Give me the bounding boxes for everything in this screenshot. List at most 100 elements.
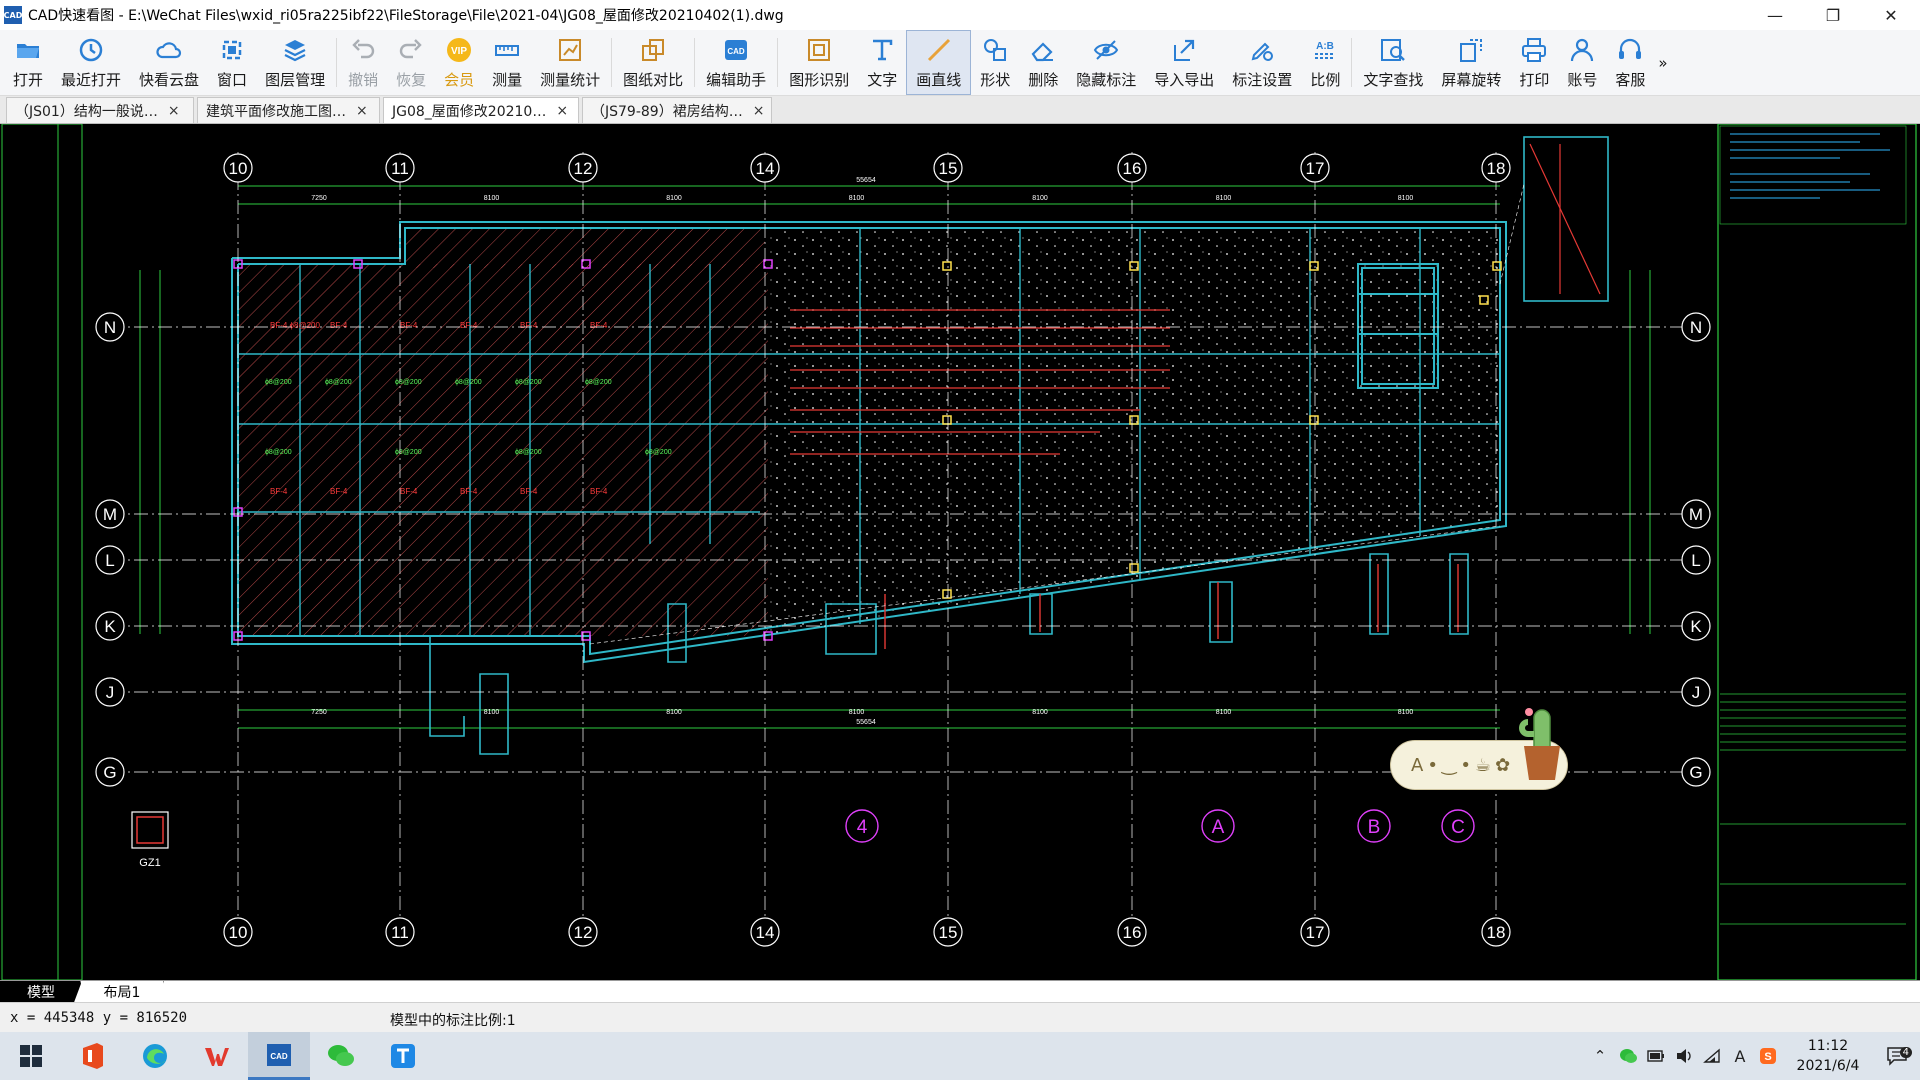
wifi-icon[interactable] — [1698, 1048, 1726, 1064]
annotation-settings-label: 标注设置 — [1232, 71, 1293, 89]
recent-label: 最近打开 — [61, 71, 122, 89]
tab-model[interactable]: 模型 — [0, 981, 82, 1003]
axis-label: M — [103, 505, 117, 524]
close-button[interactable]: ✕ — [1862, 0, 1920, 30]
printer-icon — [1519, 35, 1549, 65]
text-search-button[interactable]: 文字查找 — [1354, 30, 1432, 95]
annotation-settings-button[interactable]: 标注设置 — [1223, 30, 1301, 95]
open-label: 打开 — [13, 71, 44, 89]
taskbar-text-app[interactable] — [372, 1032, 434, 1080]
taskbar-wechat[interactable] — [310, 1032, 372, 1080]
system-clock[interactable]: 11:12 2021/6/4 — [1782, 1036, 1874, 1076]
scale-button[interactable]: A:B 比例 — [1301, 30, 1349, 95]
shape-button[interactable]: 形状 — [971, 30, 1019, 95]
section-label: 4 — [857, 817, 868, 838]
toolbar-overflow-button[interactable]: » — [1654, 30, 1671, 95]
window-button[interactable]: 窗口 — [208, 30, 256, 95]
annotation-scale-text: 模型中的标注比例:1 — [390, 1013, 516, 1029]
axis-label: 15 — [939, 159, 958, 178]
layers-button[interactable]: 图层管理 — [256, 30, 334, 95]
taskbar-wps[interactable] — [186, 1032, 248, 1080]
close-icon[interactable]: × — [168, 103, 180, 119]
text-button[interactable]: 文字 — [858, 30, 906, 95]
cactus-mascot-icon[interactable] — [1516, 700, 1568, 784]
close-icon[interactable]: × — [556, 103, 568, 119]
overflow-chevron-icon: » — [1658, 53, 1668, 72]
open-button[interactable]: 打开 — [4, 30, 52, 95]
minimize-button[interactable]: — — [1746, 0, 1804, 30]
show-hidden-icons-icon[interactable]: ⌃ — [1586, 1047, 1614, 1065]
span-dimension: 8100 — [1216, 709, 1232, 716]
edit-assistant-icon: CAD — [721, 35, 751, 65]
wechat-tray-icon[interactable] — [1614, 1048, 1642, 1064]
vip-button[interactable]: VIP 会员 — [435, 30, 483, 95]
print-button[interactable]: 打印 — [1510, 30, 1558, 95]
sogou-ime-icon[interactable]: S — [1754, 1047, 1782, 1065]
taskbar-office[interactable] — [62, 1032, 124, 1080]
svg-text:ϕ8@200: ϕ8@200 — [645, 449, 672, 456]
svg-text:ϕ8@200: ϕ8@200 — [515, 449, 542, 456]
svg-text:ϕ8@200: ϕ8@200 — [395, 449, 422, 456]
svg-text:BF-4: BF-4 — [460, 321, 478, 330]
axis-label: 16 — [1123, 159, 1142, 178]
customer-service-button[interactable]: 客服 — [1606, 30, 1654, 95]
span-dimension: 8100 — [484, 195, 500, 202]
system-tray: ⌃ A S 11:12 2021/6/4 4 — [1586, 1032, 1920, 1080]
cloud-label: 快看云盘 — [139, 71, 200, 89]
close-icon[interactable]: × — [356, 103, 368, 119]
recent-button[interactable]: 最近打开 — [52, 30, 130, 95]
cloud-button[interactable]: 快看云盘 — [130, 30, 208, 95]
notification-center-button[interactable]: 4 — [1874, 1046, 1920, 1066]
shape-recognize-button[interactable]: 图形识别 — [780, 30, 858, 95]
scale-icon: A:B — [1310, 35, 1340, 65]
tab-layout1[interactable]: 布局1 — [80, 981, 164, 1003]
clock-date: 2021/6/4 — [1796, 1058, 1860, 1074]
toolbar-divider — [694, 38, 696, 87]
start-button[interactable] — [0, 1032, 62, 1080]
taskbar-cad-viewer[interactable]: CAD — [248, 1032, 310, 1080]
tab-arch-plan[interactable]: 建筑平面修改施工图… × — [197, 97, 380, 123]
text-icon — [867, 35, 897, 65]
svg-text:BF-4 ϕ8@200: BF-4 ϕ8@200 — [270, 321, 321, 330]
edit-assistant-button[interactable]: CAD 编辑助手 — [697, 30, 775, 95]
delete-button[interactable]: 删除 — [1019, 30, 1067, 95]
import-export-label: 导入导出 — [1154, 71, 1215, 89]
axis-label: L — [105, 551, 114, 570]
draw-line-label: 画直线 — [916, 71, 962, 89]
axis-label: 14 — [756, 923, 775, 942]
tab-jg08[interactable]: JG08_屋面修改20210… × — [383, 97, 579, 123]
volume-icon[interactable] — [1670, 1048, 1698, 1064]
hide-annotation-button[interactable]: 隐藏标注 — [1067, 30, 1145, 95]
rotate-screen-button[interactable]: 屏幕旋转 — [1432, 30, 1510, 95]
text-label: 文字 — [867, 71, 898, 89]
svg-text:BF-4: BF-4 — [400, 487, 418, 496]
maximize-button[interactable]: ❐ — [1804, 0, 1862, 30]
shape-recognize-label: 图形识别 — [789, 71, 850, 89]
measure-stats-icon — [555, 35, 585, 65]
ime-indicator[interactable]: A — [1726, 1047, 1754, 1066]
undo-button[interactable]: 撤销 — [339, 30, 387, 95]
ruler-icon — [492, 35, 522, 65]
redo-button[interactable]: 恢复 — [387, 30, 435, 95]
toolbar-divider — [336, 38, 338, 87]
account-button[interactable]: 账号 — [1558, 30, 1606, 95]
cad-drawing-canvas[interactable]: BF-4 ϕ8@200 BF-4 BF-4 BF-4 BF-4 BF-4 BF-4 BF… — [0, 124, 1920, 980]
section-label: C — [1451, 817, 1465, 838]
compare-button[interactable]: 图纸对比 — [614, 30, 692, 95]
measure-stats-button[interactable]: 测量统计 — [531, 30, 609, 95]
measure-button[interactable]: 测量 — [483, 30, 531, 95]
taskbar-edge[interactable] — [124, 1032, 186, 1080]
battery-icon[interactable] — [1642, 1050, 1670, 1062]
import-export-button[interactable]: 导入导出 — [1145, 30, 1223, 95]
span-dimension: 8100 — [1216, 195, 1232, 202]
span-dimension: 8100 — [849, 195, 865, 202]
undo-label: 撤销 — [348, 71, 379, 89]
tab-js79[interactable]: （JS79-89）裙房结构… × — [582, 97, 772, 123]
model-layout-tabs: 模型 布局1 — [0, 980, 1920, 1003]
draw-line-button[interactable]: 画直线 — [906, 30, 972, 95]
close-icon[interactable]: × — [753, 103, 765, 119]
tab-js01[interactable]: （JS01）结构一般说… × — [6, 97, 194, 123]
axis-label: 14 — [756, 159, 775, 178]
layers-icon — [280, 35, 310, 65]
folder-open-icon — [13, 35, 43, 65]
